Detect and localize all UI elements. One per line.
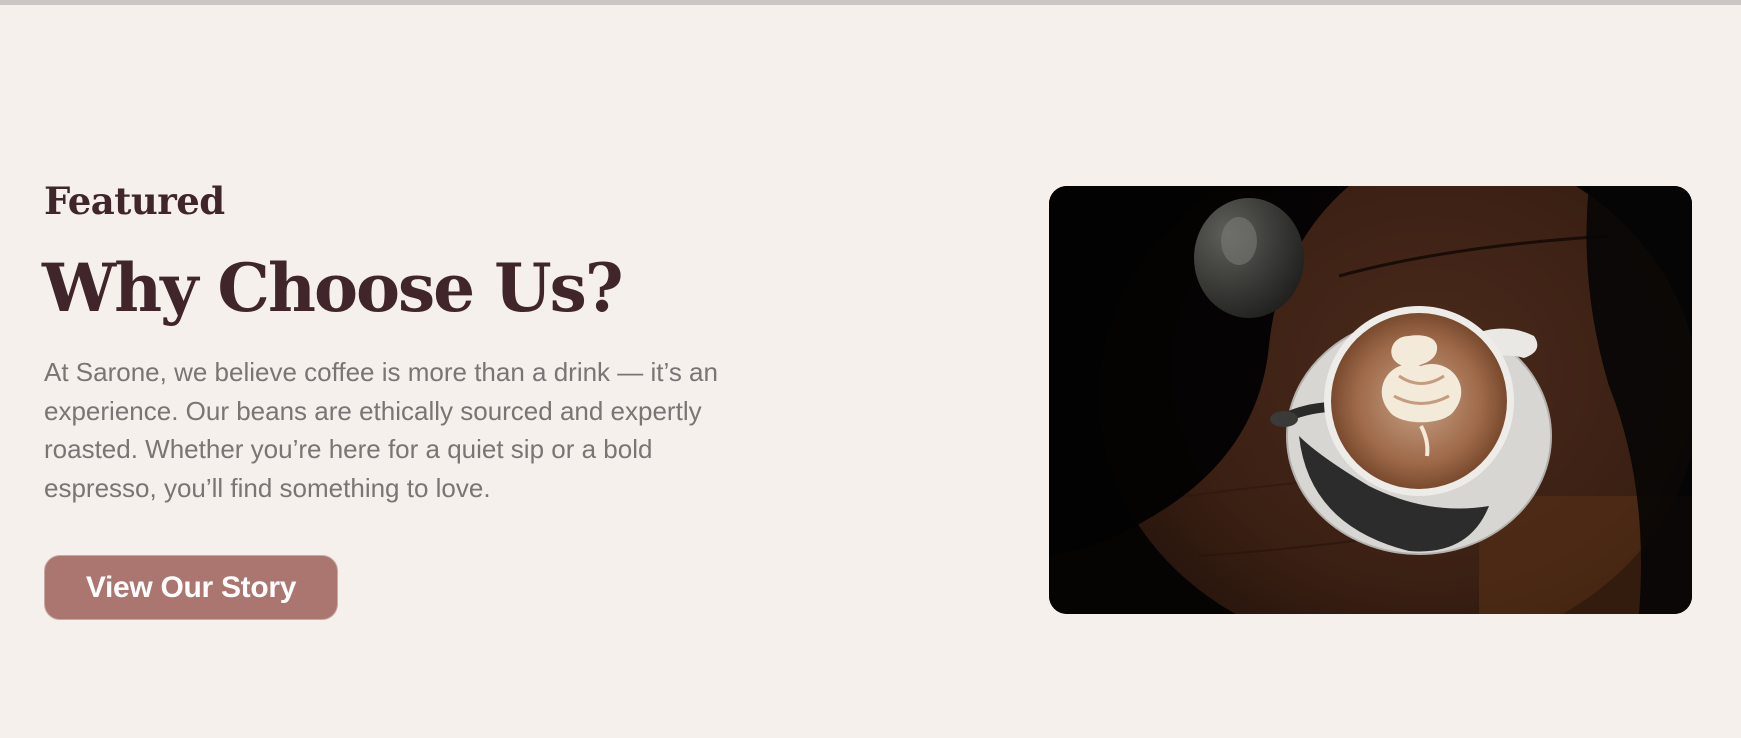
coffee-photo [1049,186,1692,614]
section-eyebrow: Featured [44,179,225,223]
why-choose-us-section: Featured Why Choose Us? At Sarone, we be… [0,5,1741,738]
view-our-story-button[interactable]: View Our Story [44,555,338,620]
section-heading: Why Choose Us? [42,249,624,327]
section-description: At Sarone, we believe coffee is more tha… [44,357,718,503]
coffee-cup-image [1049,186,1692,614]
